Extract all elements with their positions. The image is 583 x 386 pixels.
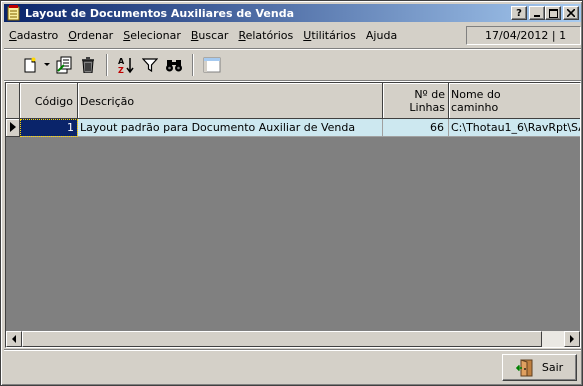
header-caminho[interactable]: Nome do caminho	[449, 83, 580, 119]
exit-label: Sair	[541, 361, 564, 374]
arrow-right-icon	[570, 335, 574, 343]
layout-icon	[203, 57, 221, 73]
header-codigo-label: Código	[34, 95, 73, 108]
menu-bar: Cadastro Ordenar Selecionar Buscar Relat…	[4, 24, 581, 48]
horizontal-scrollbar[interactable]	[6, 331, 580, 347]
cell-caminho[interactable]: C:\Thotau1_6\RavRpt\SAV	[449, 119, 580, 137]
exit-button[interactable]: Sair	[502, 354, 577, 381]
scroll-thumb[interactable]	[22, 331, 542, 347]
header-indicator	[6, 83, 20, 119]
dropdown-arrow-icon	[44, 63, 50, 66]
menu-relatorios[interactable]: Relatórios	[233, 24, 298, 48]
menu-ajuda[interactable]: Ajuda	[361, 24, 402, 48]
search-button[interactable]	[162, 53, 186, 77]
edit-document-icon	[56, 56, 72, 74]
svg-text:A: A	[118, 57, 125, 66]
main-window: Layout de Documentos Auxiliares de Venda…	[0, 0, 583, 386]
status-date: 17/04/2012 | 1	[466, 26, 581, 45]
minimize-button[interactable]	[529, 6, 545, 20]
header-caminho-line2: caminho	[451, 101, 499, 114]
cell-descricao[interactable]: Layout padrão para Documento Auxiliar de…	[78, 119, 383, 137]
header-caminho-line1: Nome do	[451, 88, 501, 101]
header-linhas[interactable]: Nº de Linhas	[383, 83, 449, 119]
current-row-arrow-icon	[10, 122, 16, 132]
header-linhas-line1: Nº de	[414, 88, 445, 101]
header-descricao-label: Descrição	[80, 95, 135, 108]
trash-icon	[82, 57, 94, 73]
new-document-icon	[24, 57, 36, 73]
cell-codigo[interactable]: 1	[20, 119, 78, 137]
scroll-right-button[interactable]	[564, 331, 580, 347]
sort-az-icon: A Z	[118, 57, 134, 74]
title-bar[interactable]: Layout de Documentos Auxiliares de Venda…	[4, 4, 581, 22]
menu-selecionar[interactable]: Selecionar	[118, 24, 186, 48]
close-button[interactable]	[563, 6, 579, 20]
new-button[interactable]	[18, 53, 42, 77]
data-grid[interactable]: Código Descrição Nº de Linhas Nome do ca…	[5, 82, 581, 348]
grid-body: Código Descrição Nº de Linhas Nome do ca…	[6, 83, 580, 331]
toolbar-separator	[106, 54, 108, 76]
help-button[interactable]: ?	[511, 6, 527, 20]
menu-divider	[4, 48, 581, 50]
binoculars-icon	[166, 60, 182, 72]
scroll-left-button[interactable]	[6, 331, 22, 347]
edit-button[interactable]	[52, 53, 76, 77]
header-linhas-line2: Linhas	[409, 101, 445, 114]
cell-linhas[interactable]: 66	[383, 119, 449, 137]
menu-cadastro[interactable]: Cadastro	[4, 24, 63, 48]
filter-button[interactable]	[138, 53, 162, 77]
maximize-icon	[548, 8, 558, 18]
delete-button[interactable]	[76, 53, 100, 77]
exit-door-icon	[515, 358, 533, 376]
svg-text:Z: Z	[118, 66, 124, 74]
header-descricao[interactable]: Descrição	[78, 83, 383, 119]
header-codigo[interactable]: Código	[20, 83, 78, 119]
maximize-button[interactable]	[545, 6, 561, 20]
menu-utilitarios[interactable]: Utilitários	[298, 24, 361, 48]
window-title: Layout de Documentos Auxiliares de Venda	[25, 6, 294, 20]
new-dropdown-button[interactable]	[42, 53, 52, 77]
toolbar: A Z	[4, 51, 581, 79]
minimize-icon	[534, 15, 540, 17]
sort-button[interactable]: A Z	[114, 53, 138, 77]
footer-divider	[4, 349, 581, 351]
arrow-left-icon	[12, 335, 16, 343]
toolbar-separator-2	[192, 54, 194, 76]
close-icon	[567, 9, 575, 17]
row-indicator[interactable]	[6, 119, 20, 137]
layout-button[interactable]	[200, 53, 224, 77]
notepad-icon	[6, 5, 22, 21]
menu-buscar[interactable]: Buscar	[186, 24, 234, 48]
menu-cadastro-rest: adastro	[16, 29, 59, 42]
menu-ordenar[interactable]: Ordenar	[63, 24, 118, 48]
filter-icon	[142, 58, 158, 73]
